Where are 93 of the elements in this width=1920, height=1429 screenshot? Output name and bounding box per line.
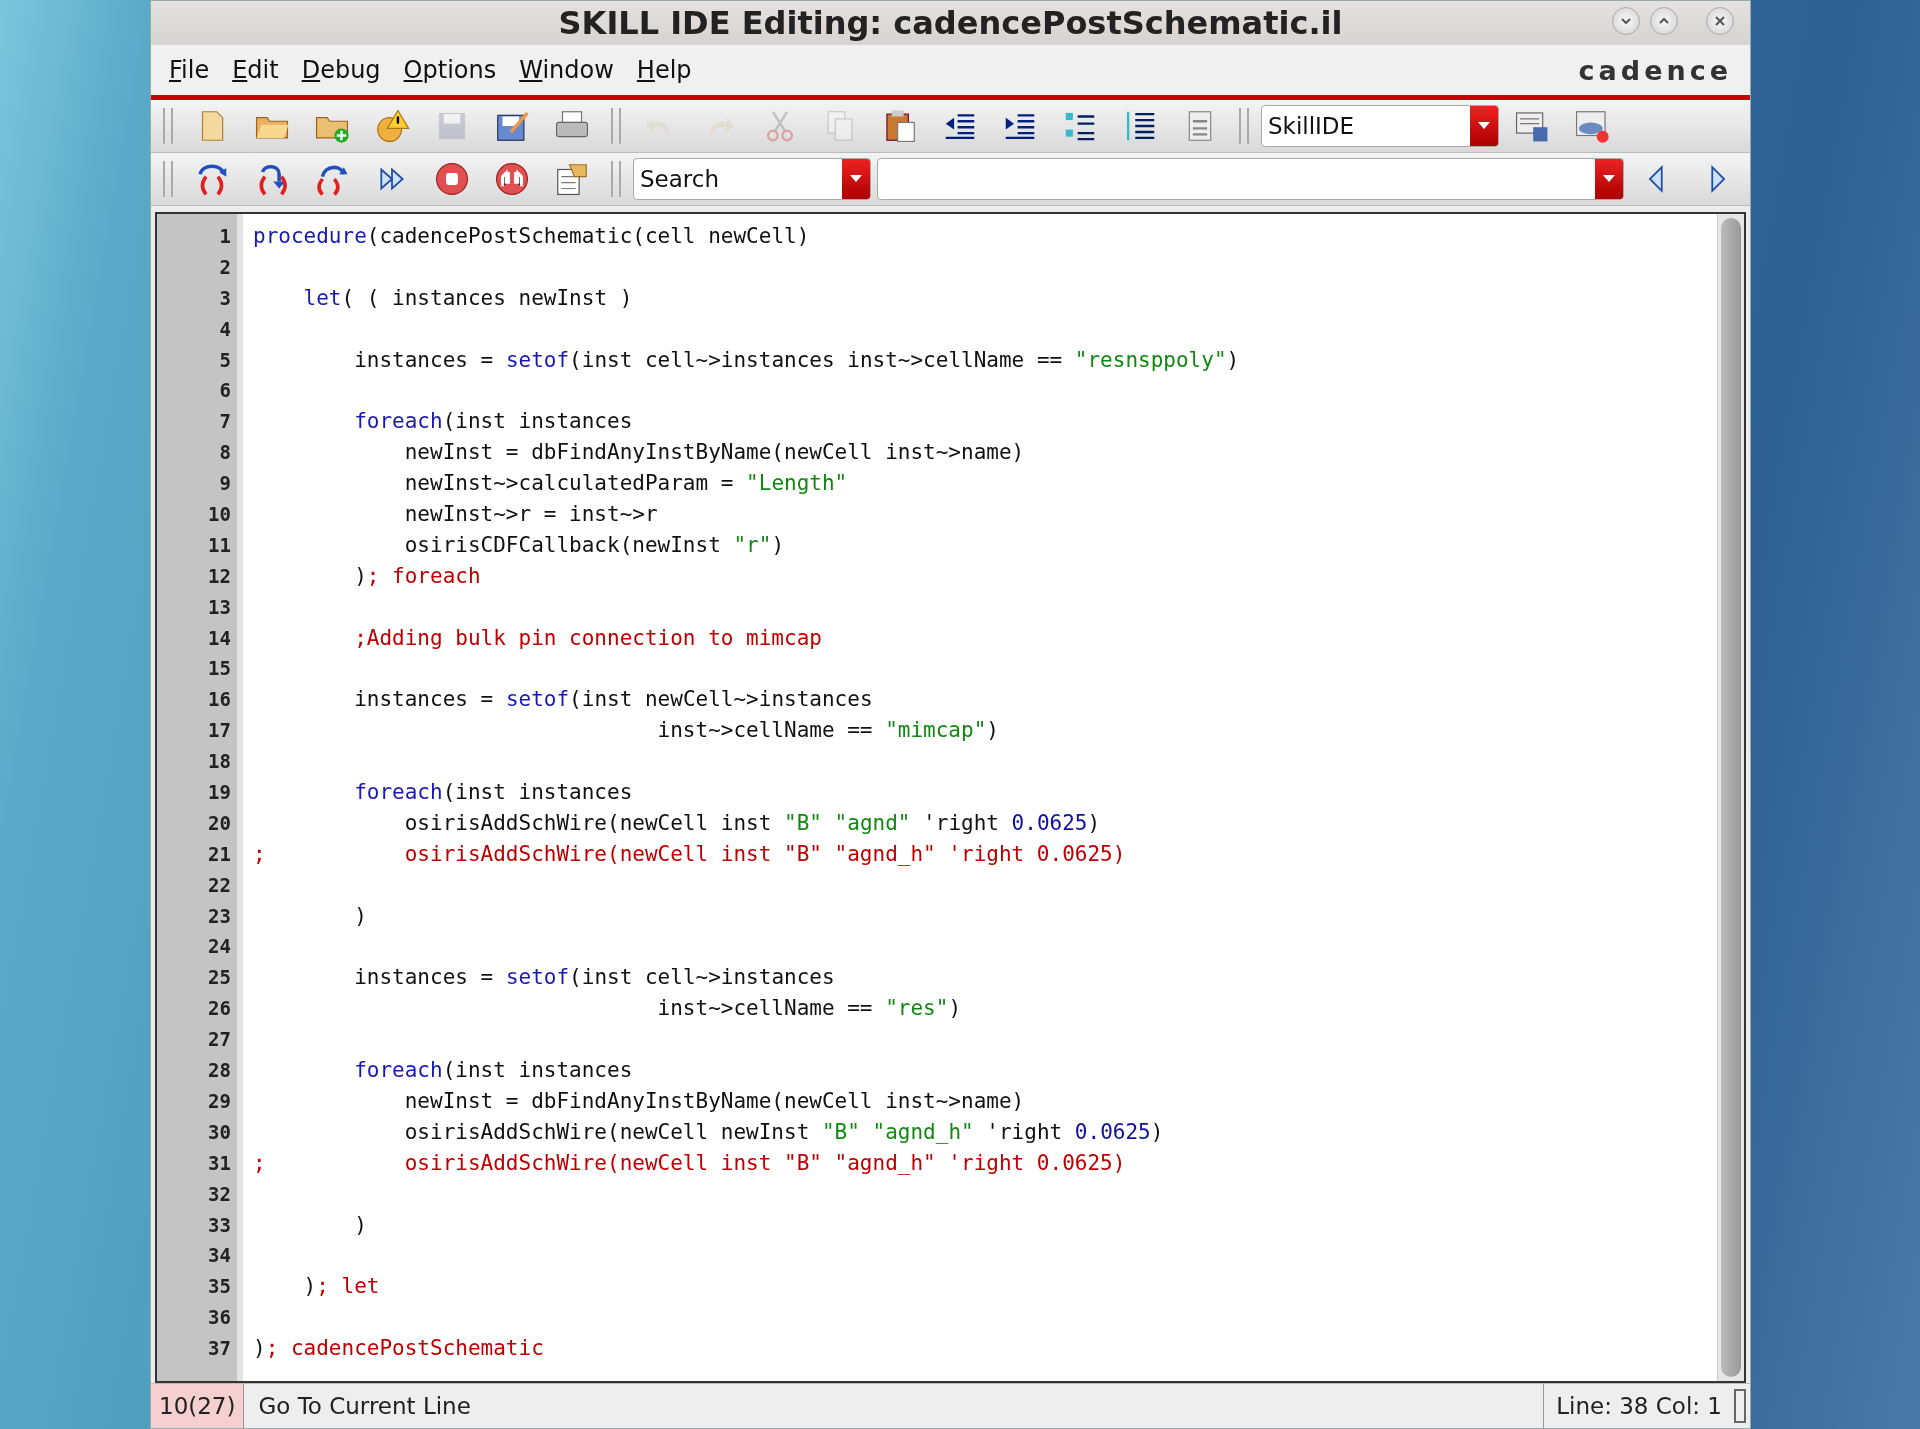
- hands-icon[interactable]: [493, 160, 531, 198]
- menu-item[interactable]: Options: [403, 56, 497, 84]
- line-number: 1: [218, 224, 232, 249]
- line-number: 14: [207, 625, 232, 651]
- code-line: osirisCDFCallback(newInst "r"): [403, 532, 785, 557]
- line-number: 11: [207, 532, 232, 558]
- code-line: osirisAddSchWire(newCell inst "B" "agnd" 'right 0.0625): [403, 810, 1101, 835]
- code-line: procedure(cadencePostSchematic(cell newCell): [253, 224, 810, 248]
- menu-item[interactable]: Window: [519, 56, 614, 84]
- code-line: ; osirisAddSchWire(newCell inst "B" "agnd_h" 'right 0.0625): [253, 841, 1126, 866]
- code-line: inst~>cellName == "mimcap"): [656, 718, 999, 743]
- menu-item[interactable]: File: [169, 56, 210, 84]
- code-line: newInst~>calculatedParam = "Length": [403, 471, 848, 496]
- line-number: 10: [207, 502, 232, 527]
- line-number: 35: [207, 1274, 232, 1300]
- line-number: 3: [218, 285, 232, 311]
- code-line: ): [353, 1212, 367, 1237]
- code-line: inst~>cellName == "res"): [656, 996, 962, 1021]
- close-button[interactable]: [1706, 7, 1734, 35]
- line-number: 34: [207, 1243, 232, 1269]
- code-line: foreach(inst instances: [353, 780, 633, 805]
- line-number: 13: [207, 594, 232, 620]
- line-number: 5: [218, 347, 232, 373]
- toolbar-handle[interactable]: [163, 108, 173, 144]
- search-field[interactable]: [877, 158, 1624, 200]
- line-number: 31: [207, 1150, 232, 1176]
- toolbar-handle[interactable]: [1239, 108, 1249, 144]
- scroll-bar[interactable]: [1717, 214, 1744, 1381]
- maximize-button[interactable]: [1650, 7, 1678, 35]
- line-number: 30: [207, 1119, 232, 1145]
- logo: cadence: [1578, 54, 1732, 86]
- code-line: foreach(inst instances: [353, 409, 633, 434]
- line-number: 26: [207, 996, 232, 1022]
- line-number: 19: [207, 780, 232, 806]
- code-line: instances = setof(inst cell~>instances inst~>cellName == "resnsppoly"): [353, 347, 1240, 372]
- code-editor[interactable]: [155, 212, 1746, 1383]
- code-line: foreach(inst instances: [353, 1058, 633, 1083]
- close-icon: [1713, 14, 1727, 28]
- line-number: 17: [207, 718, 232, 744]
- line-number: 4: [218, 316, 232, 342]
- code-line: newInst~>r = inst~>r: [403, 502, 658, 526]
- toolbar-handle[interactable]: [611, 161, 621, 197]
- code-line: ;Adding bulk pin connection to mimcap: [353, 625, 822, 650]
- code-line: ); cadencePostSchematic: [253, 1336, 544, 1361]
- size-grip[interactable]: [1734, 1389, 1746, 1423]
- line-number: 32: [207, 1181, 232, 1207]
- line-number: 2: [218, 254, 232, 280]
- toolbar-handle[interactable]: [611, 108, 621, 144]
- minimize-button[interactable]: [1612, 7, 1640, 35]
- dropdown-caret-icon[interactable]: [1595, 159, 1623, 199]
- stop-icon[interactable]: [433, 160, 471, 198]
- line-number: 37: [207, 1336, 232, 1362]
- dropdown-caret-icon[interactable]: [1470, 106, 1498, 146]
- code-line: let( ( instances newInst ): [302, 285, 633, 310]
- line-number: 6: [218, 378, 232, 404]
- line-number: 22: [207, 872, 232, 898]
- line-number: 20: [207, 810, 232, 836]
- code-line: osirisAddSchWire(newCell newInst "B" "agnd_h" 'right 0.0625): [403, 1119, 1164, 1144]
- line-number: 25: [207, 965, 232, 991]
- code-line: newInst = dbFindAnyInstByName(newCell inst~>name): [403, 440, 1025, 465]
- line-number: 7: [218, 409, 232, 435]
- dropdown-caret-icon[interactable]: [842, 159, 870, 199]
- line-number: 18: [207, 749, 232, 775]
- status-message: Go To Current Line: [257, 1393, 472, 1419]
- line-number: 8: [218, 440, 232, 466]
- search-dropdown[interactable]: Search: [633, 158, 871, 200]
- line-number: 29: [207, 1088, 232, 1114]
- line-number: 24: [207, 934, 232, 960]
- code-line: ; osirisAddSchWire(newCell inst "B" "agnd_h" 'right 0.0625): [253, 1150, 1126, 1175]
- line-number: 12: [207, 563, 232, 589]
- line-number: 28: [207, 1058, 232, 1084]
- line-number: 9: [218, 471, 232, 497]
- code-line: newInst = dbFindAnyInstByName(newCell inst~>name): [403, 1088, 1025, 1113]
- line-number: 16: [207, 687, 232, 713]
- code-line: ); let: [302, 1274, 380, 1299]
- line-number: 15: [207, 656, 232, 682]
- position-indicator: 10(27): [151, 1384, 245, 1428]
- line-number: 27: [207, 1027, 232, 1053]
- mode-dropdown[interactable]: SkillIDE: [1261, 105, 1499, 147]
- menu-item[interactable]: Help: [636, 56, 692, 84]
- line-number: 33: [207, 1212, 232, 1238]
- window-title: SKILL IDE Editing: cadencePostSchematic.il: [558, 4, 1343, 42]
- line-number: 21: [207, 841, 232, 867]
- cursor-position: Line: 38 Col: 1: [1543, 1384, 1734, 1428]
- line-number: 36: [207, 1305, 232, 1331]
- code-line: ); foreach: [353, 563, 481, 588]
- line-number: 23: [207, 903, 232, 929]
- toolbar-handle[interactable]: [163, 161, 173, 197]
- code-line: instances = setof(inst cell~>instances: [353, 965, 835, 990]
- menu-item[interactable]: Debug: [301, 56, 381, 84]
- code-line: ): [353, 903, 367, 928]
- code-line: instances = setof(inst newCell~>instances: [353, 687, 873, 712]
- menu-item[interactable]: Edit: [232, 56, 279, 84]
